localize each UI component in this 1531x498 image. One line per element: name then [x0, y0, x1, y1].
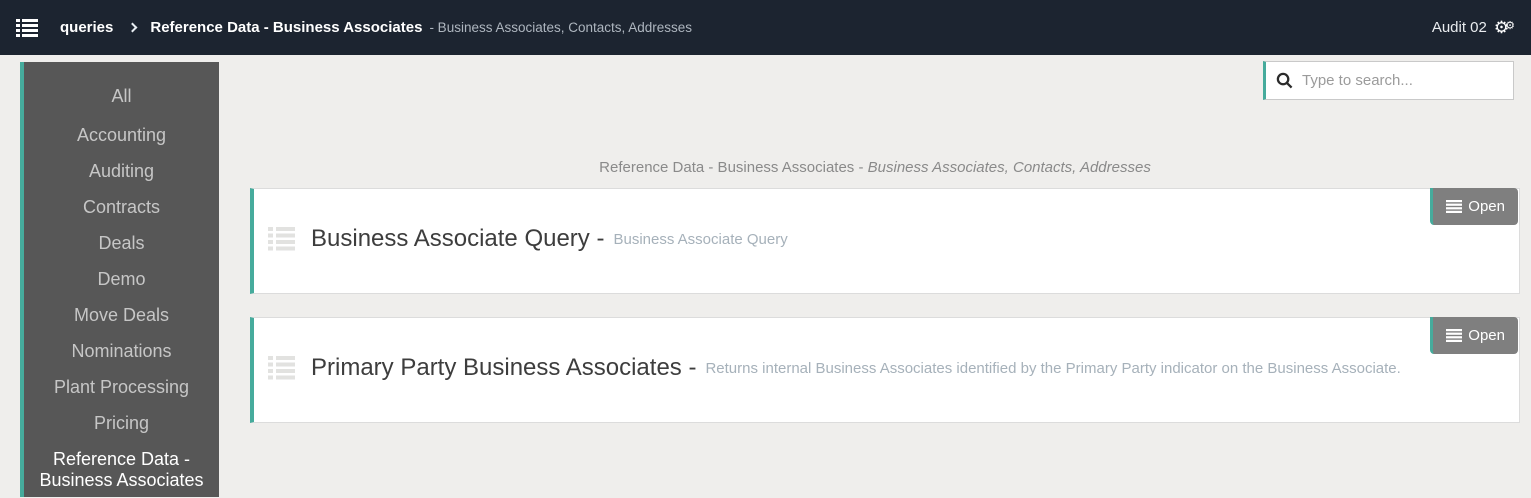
page-title-subtitle: Business Associates, Contacts, Addresses [868, 159, 1151, 176]
breadcrumb: queries Reference Data - Business Associ… [38, 19, 692, 36]
sidebar-item-accounting[interactable]: Accounting [24, 117, 219, 153]
query-card-business-associate-query: Business Associate Query - Business Asso… [250, 188, 1520, 294]
category-sidebar: All Accounting Auditing Contracts Deals … [20, 62, 219, 497]
sidebar-item-reference-data-business-associates[interactable]: Reference Data - Business Associates [24, 441, 219, 498]
sidebar-item-deals[interactable]: Deals [24, 225, 219, 261]
card-title-row: Primary Party Business Associates - Retu… [268, 354, 1401, 382]
sidebar-item-plant-processing[interactable]: Plant Processing [24, 369, 219, 405]
list-icon [1446, 329, 1462, 342]
query-description: Returns internal Business Associates ide… [705, 360, 1400, 377]
menu-list-icon[interactable] [16, 19, 38, 37]
page-title-text: Reference Data - Business Associates - [599, 159, 867, 176]
open-button-label: Open [1468, 327, 1505, 344]
sidebar-item-move-deals[interactable]: Move Deals [24, 297, 219, 333]
open-query-button[interactable]: Open [1430, 188, 1518, 225]
breadcrumb-current-page: Reference Data - Business Associates [150, 19, 422, 36]
list-icon [268, 356, 295, 380]
list-icon [1446, 200, 1462, 213]
sidebar-item-pricing[interactable]: Pricing [24, 405, 219, 441]
sidebar-item-auditing[interactable]: Auditing [24, 153, 219, 189]
user-name-label: Audit 02 [1432, 19, 1487, 36]
page-title: Reference Data - Business Associates - B… [230, 159, 1520, 176]
page-body: All Accounting Auditing Contracts Deals … [0, 55, 1531, 497]
query-card-primary-party-business-associates: Primary Party Business Associates - Retu… [250, 317, 1520, 423]
query-title: Business Associate Query - [311, 225, 604, 253]
sidebar-item-contracts[interactable]: Contracts [24, 189, 219, 225]
user-menu[interactable]: Audit 02 ⚙⚙ [1432, 19, 1515, 36]
breadcrumb-subtitle: - Business Associates, Contacts, Address… [429, 20, 692, 35]
list-icon [268, 227, 295, 251]
query-card-list: Business Associate Query - Business Asso… [250, 188, 1520, 446]
query-title: Primary Party Business Associates - [311, 354, 696, 382]
sidebar-item-demo[interactable]: Demo [24, 261, 219, 297]
sidebar-item-all[interactable]: All [24, 75, 219, 117]
search-box[interactable] [1263, 61, 1514, 100]
sidebar-item-nominations[interactable]: Nominations [24, 333, 219, 369]
open-button-label: Open [1468, 198, 1505, 215]
search-icon [1276, 72, 1293, 89]
open-query-button[interactable]: Open [1430, 317, 1518, 354]
query-description: Business Associate Query [613, 231, 787, 248]
search-input[interactable] [1302, 72, 1503, 89]
chevron-right-icon [128, 23, 138, 33]
breadcrumb-queries-link[interactable]: queries [60, 19, 113, 36]
cogs-icon[interactable]: ⚙⚙ [1494, 26, 1515, 29]
card-title-row: Business Associate Query - Business Asso… [268, 225, 788, 253]
top-navbar: queries Reference Data - Business Associ… [0, 0, 1531, 55]
